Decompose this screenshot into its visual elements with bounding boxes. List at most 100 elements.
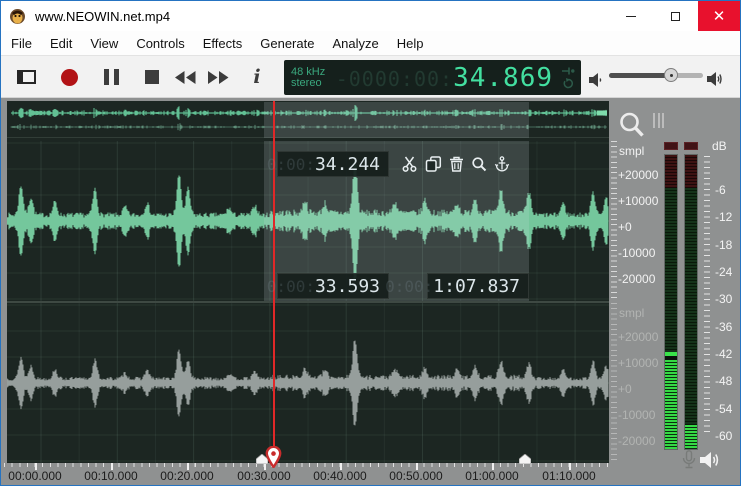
zoom-selection-icon[interactable] (471, 156, 487, 172)
current-time-value: 34.869 (453, 63, 553, 93)
sidebar-panel-icon (17, 70, 36, 84)
menu-generate[interactable]: Generate (251, 33, 323, 54)
maximize-icon (671, 12, 680, 21)
scale-tick-label: -10000 (618, 408, 655, 422)
overview-view-window[interactable] (264, 102, 529, 138)
time-display: 48 kHz stereo -0000:00:34.869 (284, 60, 581, 95)
selection-start-ghost: 0:00: (267, 277, 315, 296)
zoom-tool-icon[interactable] (618, 111, 646, 139)
record-icon (61, 69, 78, 86)
scale-tick-label: -10000 (618, 246, 655, 260)
volume-slider[interactable] (609, 73, 703, 78)
scale-tick-label: +0 (618, 220, 632, 234)
time-ghost-digits: -0000:00: (336, 67, 453, 91)
channel-2-waveform (7, 303, 609, 463)
copy-icon[interactable] (425, 156, 442, 172)
maximize-button[interactable] (653, 2, 698, 31)
db-tick-label: -30 (715, 292, 732, 306)
cut-icon[interactable] (401, 156, 418, 172)
peak-hold-segment (665, 352, 677, 356)
scale-tick-label: -20000 (618, 434, 655, 448)
channel-2-track[interactable] (7, 303, 609, 463)
loop-playback-icon[interactable] (563, 78, 574, 89)
pause-button[interactable] (98, 64, 124, 90)
db-tick-label: -42 (715, 347, 732, 361)
db-scale-unit: dB (712, 139, 727, 153)
selection-duration-value: 34.244 (315, 154, 380, 175)
sample-rate-label: 48 kHz (291, 67, 325, 78)
app-window: www.NEOWIN.net.mp4 ✕ File Edit View Cont… (0, 0, 741, 486)
stop-button[interactable] (139, 64, 165, 90)
db-tick-label: -24 (715, 265, 732, 279)
volume-high-icon[interactable] (707, 66, 724, 92)
close-button[interactable]: ✕ (698, 1, 740, 31)
file-info-button[interactable]: i (246, 64, 268, 90)
timeline-ruler[interactable]: 00:00.000 00:10.000 00:20.000 00:30.000 … (1, 463, 609, 485)
minimize-button[interactable] (608, 2, 653, 31)
menu-view[interactable]: View (81, 33, 127, 54)
scale-tick-label: +10000 (618, 194, 658, 208)
db-tick-label: -36 (715, 320, 732, 334)
menu-help[interactable]: Help (388, 33, 433, 54)
clip-indicator-left[interactable] (664, 142, 678, 150)
db-tick-label: -60 (715, 429, 732, 443)
channel-1-scale-unit: smpl (619, 144, 644, 158)
toggle-sidebar-button[interactable] (13, 64, 39, 90)
selection-start-value: 33.593 (315, 276, 380, 297)
volume-slider-thumb[interactable] (664, 68, 678, 82)
app-icon (9, 8, 26, 25)
playhead-marker-pin[interactable] (265, 446, 282, 468)
time-tick-label: 00:50.000 (382, 469, 450, 483)
time-tick-label: 00:40.000 (306, 469, 374, 483)
volume-low-icon[interactable] (589, 67, 603, 93)
menubar: File Edit View Controls Effects Generate… (1, 31, 740, 55)
channel-mode-label: stereo (291, 78, 325, 89)
close-icon: ✕ (713, 9, 726, 24)
fast-forward-button[interactable] (204, 64, 232, 90)
level-meter-left (664, 154, 678, 450)
db-tick-label: -6 (715, 183, 726, 197)
db-tick-label: -48 (715, 374, 732, 388)
anchor-icon[interactable] (494, 156, 510, 172)
time-tick-label: 00:30.000 (230, 469, 298, 483)
menu-file[interactable]: File (2, 33, 41, 54)
minimize-icon (626, 16, 636, 17)
selection-end-ghost: 0:00: (385, 277, 433, 296)
stop-icon (145, 70, 159, 84)
speaker-output-icon[interactable] (700, 451, 721, 469)
selection-end-marker[interactable] (519, 454, 531, 464)
time-tick-label: 00:20.000 (153, 469, 221, 483)
menu-controls[interactable]: Controls (127, 33, 193, 54)
menu-edit[interactable]: Edit (41, 33, 81, 54)
titlebar[interactable]: www.NEOWIN.net.mp4 ✕ (1, 1, 740, 31)
record-button[interactable] (56, 64, 82, 90)
time-tick-label: 00:10.000 (77, 469, 145, 483)
rewind-button[interactable] (171, 64, 199, 90)
level-meter-right (684, 154, 698, 450)
scale-tick-label: +10000 (618, 356, 658, 370)
selection-toolbar (401, 151, 510, 177)
selection-end-value: 1:07.837 (433, 276, 520, 297)
selection-duration-ghost: 0:00: (267, 155, 315, 174)
menu-analyze[interactable]: Analyze (323, 33, 387, 54)
toolbar: i 48 kHz stereo -0000:00:34.869 (1, 55, 740, 98)
selection-duration-box[interactable]: 0:00: 34.244 (277, 151, 389, 177)
selection-start-box[interactable]: 0:00: 33.593 (277, 273, 389, 299)
time-tick-label: 00:00.000 (1, 469, 69, 483)
time-tick-label: 01:00.000 (458, 469, 526, 483)
selection-end-box[interactable]: 0:00: 1:07.837 (427, 273, 529, 299)
channel-2-scale-unit: smpl (619, 306, 644, 320)
channel-1-scale-ticks (611, 141, 617, 299)
follow-cursor-icon[interactable] (562, 67, 575, 75)
clip-indicator-right[interactable] (684, 142, 698, 150)
delete-icon[interactable] (449, 156, 464, 172)
menu-effects[interactable]: Effects (194, 33, 252, 54)
main-area: 0:00: 34.244 0:00: 33.593 0:00: 1:07.837 (1, 98, 740, 485)
microphone-input-icon[interactable] (682, 450, 696, 471)
panel-grip-handle[interactable] (653, 113, 664, 128)
volume-slider-fill (609, 73, 671, 78)
db-scale-ticks (704, 156, 710, 436)
fast-forward-icon (208, 71, 229, 84)
waveform-editor[interactable]: 0:00: 34.244 0:00: 33.593 0:00: 1:07.837 (7, 101, 609, 463)
window-title: www.NEOWIN.net.mp4 (35, 9, 608, 24)
